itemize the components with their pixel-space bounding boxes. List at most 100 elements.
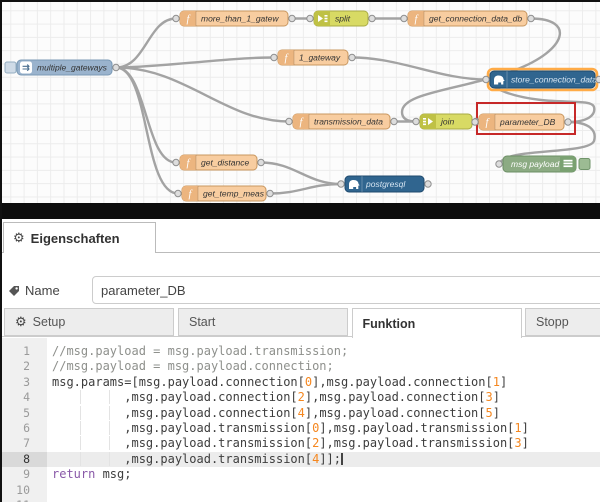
- input-port[interactable]: [413, 118, 419, 124]
- output-port[interactable]: [565, 119, 571, 125]
- output-port[interactable]: [289, 15, 295, 21]
- node-multiple_gateways[interactable]: ⇉ multiple_gateways: [5, 60, 119, 75]
- code-line: ,msg.payload.connection[2],msg.payload.c…: [47, 390, 600, 405]
- code-line: //msg.payload = msg.payload.connection;: [47, 359, 600, 374]
- input-port[interactable]: [271, 54, 277, 60]
- node-parameter_DB[interactable]: fparameter_DB: [472, 114, 571, 130]
- output-port[interactable]: [113, 64, 119, 70]
- debug-toggle-button[interactable]: [579, 159, 590, 170]
- input-port[interactable]: [307, 15, 313, 21]
- node-label: get_temp_meas: [203, 189, 265, 199]
- editor-gutter: 1234567891011: [2, 338, 47, 502]
- wire[interactable]: [116, 68, 176, 163]
- debug-grille-icon: [564, 160, 573, 167]
- code-line: ,msg.payload.transmission[0],msg.payload…: [47, 421, 600, 436]
- line-number: 7: [2, 436, 47, 451]
- node-label: more_than_1_gatew: [201, 14, 279, 24]
- node-label: postgresql: [365, 179, 406, 189]
- node-1_gateway[interactable]: f1_gateway: [271, 50, 355, 65]
- wire[interactable]: [116, 19, 176, 68]
- node-join[interactable]: join: [413, 114, 479, 129]
- input-port[interactable]: [173, 15, 179, 21]
- tab-label: Start: [189, 315, 215, 329]
- window-top-border: [0, 0, 600, 2]
- node-transmission_data[interactable]: ftransmission_data: [286, 114, 397, 129]
- node-label: get_distance: [201, 158, 249, 168]
- text-cursor: [341, 453, 343, 465]
- wire[interactable]: [116, 68, 178, 194]
- code-editor[interactable]: 1234567891011 //msg.payload = msg.payloa…: [2, 338, 600, 502]
- wire[interactable]: [116, 58, 274, 68]
- input-port[interactable]: [496, 161, 502, 167]
- line-number: 1: [2, 344, 47, 359]
- input-port[interactable]: [401, 15, 407, 21]
- output-port[interactable]: [596, 76, 600, 82]
- tab-funktion[interactable]: Funktion: [352, 308, 522, 338]
- flow-graph: ⇉ multiple_gateways fmore_than_1_gatew spli…: [0, 0, 600, 203]
- node-label: msg payload: [511, 159, 559, 169]
- line-number: 4: [2, 390, 47, 405]
- node-label: multiple_gateways: [37, 63, 108, 73]
- line-number: 8: [2, 452, 47, 467]
- line-number: 2: [2, 359, 47, 374]
- node-label: split: [335, 14, 351, 24]
- node-get_distance[interactable]: fget_distance: [173, 155, 264, 170]
- input-port[interactable]: [338, 181, 344, 187]
- wire[interactable]: [352, 58, 486, 80]
- code-line: return msg;: [47, 467, 600, 482]
- code-line: ,msg.payload.connection[4],msg.payload.c…: [47, 406, 600, 421]
- output-port[interactable]: [369, 15, 375, 21]
- node-get_temp_meas[interactable]: fget_temp_meas: [175, 186, 273, 201]
- node-split[interactable]: split: [307, 11, 375, 26]
- tab-stopp[interactable]: Stopp: [525, 308, 600, 336]
- node-store_connection_data[interactable]: store_connection_data: [483, 69, 600, 90]
- node-get_connection_data_db[interactable]: fget_connection_data_db: [401, 11, 534, 26]
- code-line: [47, 483, 600, 498]
- node-postgresql[interactable]: postgresql: [338, 176, 431, 192]
- input-port[interactable]: [286, 118, 292, 124]
- tab-label: Funktion: [363, 317, 416, 331]
- line-number: 6: [2, 421, 47, 436]
- tab-label: Setup: [33, 315, 66, 329]
- output-port[interactable]: [425, 181, 431, 187]
- node-more_than_1_gatew[interactable]: fmore_than_1_gatew: [173, 11, 295, 26]
- input-port[interactable]: [175, 190, 181, 196]
- editor-code[interactable]: //msg.payload = msg.payload.transmission…: [47, 338, 600, 502]
- name-label: Name: [8, 283, 60, 298]
- output-port[interactable]: [258, 159, 264, 165]
- name-input[interactable]: [92, 276, 600, 304]
- panel-separator[interactable]: [0, 203, 600, 219]
- line-number: 3: [2, 375, 47, 390]
- tab-eigenschaften[interactable]: ⚙ Eigenschaften: [3, 222, 156, 253]
- code-line: ,msg.payload.transmission[4]];: [47, 452, 600, 467]
- node-msg_payload[interactable]: msg payload: [496, 156, 590, 172]
- node-label: 1_gateway: [299, 53, 341, 63]
- tab-setup[interactable]: ⚙Setup: [4, 308, 174, 336]
- output-port[interactable]: [349, 54, 355, 60]
- line-number: 5: [2, 406, 47, 421]
- wire[interactable]: [261, 163, 341, 185]
- input-port[interactable]: [483, 76, 489, 82]
- name-row: Name: [0, 276, 600, 304]
- line-number: 10: [2, 483, 47, 498]
- inject-arrow-icon: ⇉: [22, 63, 30, 73]
- node-label: join: [440, 117, 455, 127]
- output-port[interactable]: [528, 15, 534, 21]
- tab-eigenschaften-label: Eigenschaften: [31, 231, 120, 246]
- node-label: store_connection_data: [511, 75, 597, 85]
- wire[interactable]: [270, 184, 341, 194]
- function-editor-tabs: ⚙Setup Start Funktion Stopp: [0, 308, 600, 337]
- tab-start[interactable]: Start: [178, 308, 348, 336]
- tag-icon: [8, 285, 20, 297]
- input-port[interactable]: [173, 159, 179, 165]
- node-label: get_connection_data_db: [429, 14, 522, 24]
- properties-tab-row: ⚙ Eigenschaften: [0, 222, 600, 253]
- properties-panel: ⚙ Eigenschaften Name ⚙Setup Start Funktion…: [0, 219, 600, 502]
- output-port[interactable]: [391, 118, 397, 124]
- code-line: msg.params=[msg.payload.connection[0],ms…: [47, 375, 600, 390]
- output-port[interactable]: [267, 190, 273, 196]
- input-port[interactable]: [472, 119, 478, 125]
- inject-button[interactable]: [5, 62, 16, 73]
- flow-canvas[interactable]: ⇉ multiple_gateways fmore_than_1_gatew spli…: [0, 0, 600, 203]
- node-red-window: ⇉ multiple_gateways fmore_than_1_gatew spli…: [0, 0, 600, 502]
